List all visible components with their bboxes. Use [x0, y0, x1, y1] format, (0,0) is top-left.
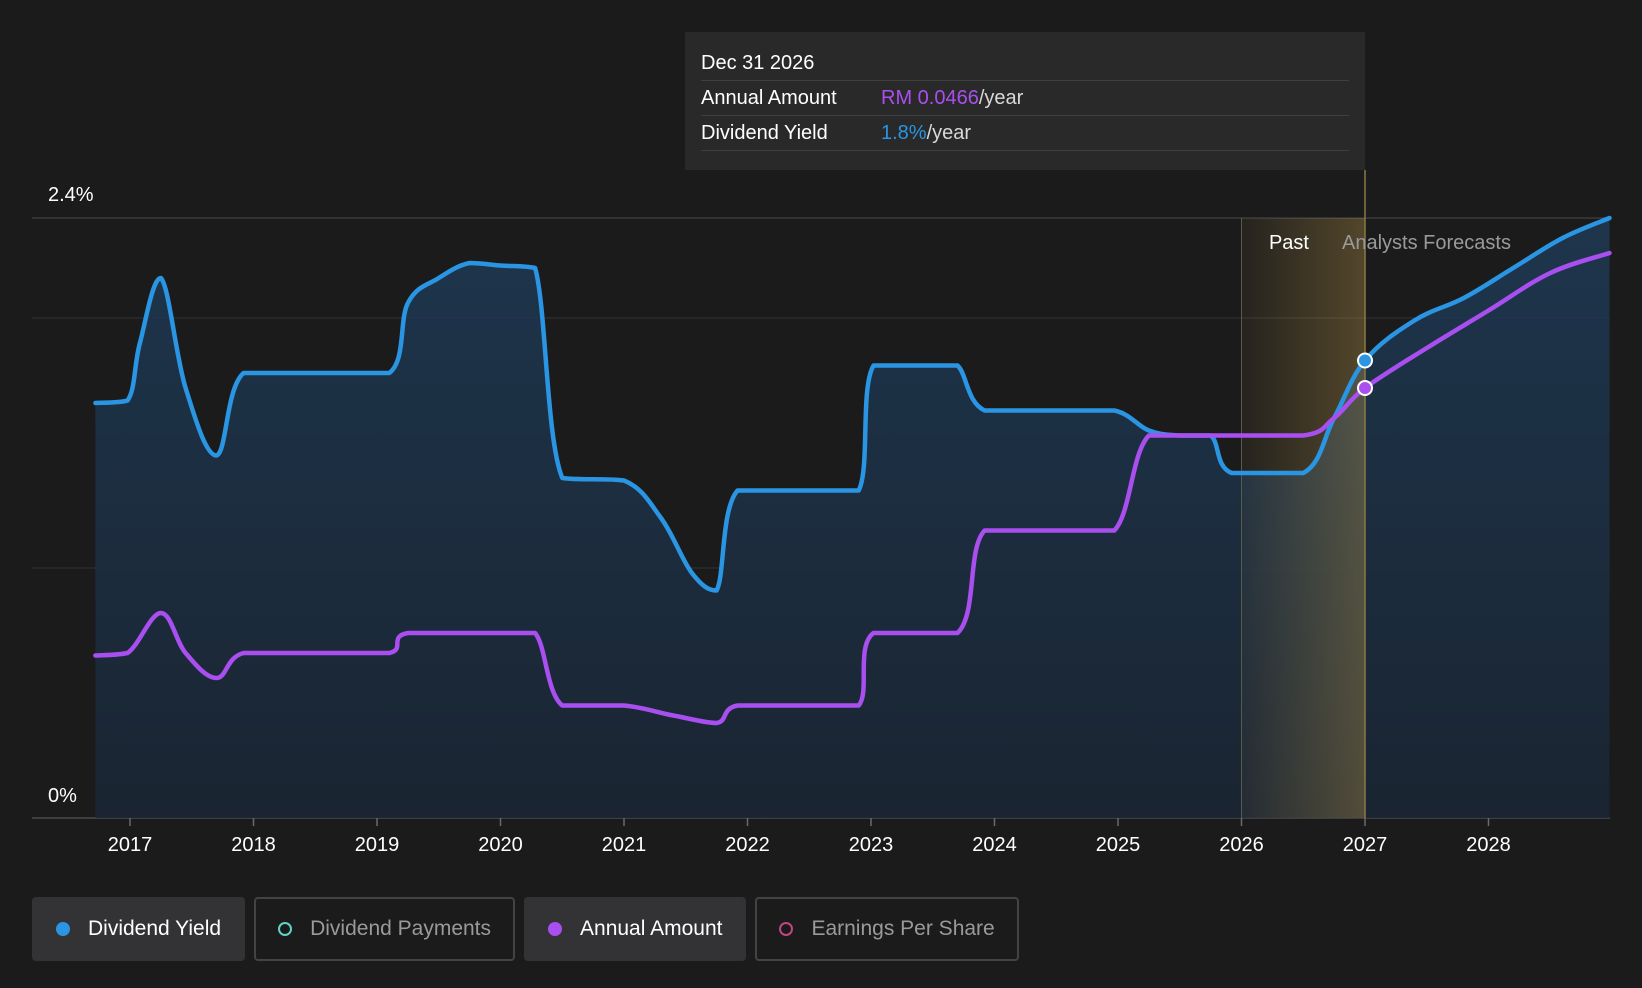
chart-legend: Dividend Yield Dividend Payments Annual …	[32, 897, 1019, 961]
legend-dividend-yield[interactable]: Dividend Yield	[32, 897, 246, 961]
legend-label: Dividend Payments	[310, 917, 492, 940]
tooltip-label: Dividend Yield	[701, 122, 828, 144]
tooltip-label: Annual Amount	[701, 87, 837, 109]
legend-dot-icon	[779, 922, 794, 936]
x-axis: 2017 2018 2019 2020 2021 2022 2023 2024 2025 2026…	[108, 818, 1511, 856]
x-tick-label: 2028	[1466, 834, 1511, 856]
forecast-highlight	[1241, 218, 1365, 818]
forecast-zone	[1241, 170, 1366, 818]
tooltip-date: Dec 31 2026	[701, 46, 1349, 81]
x-tick-label: 2024	[972, 834, 1017, 856]
forecast-label: Analysts Forecasts	[1342, 232, 1511, 254]
y-axis-top-label: 2.4%	[48, 184, 94, 206]
legend-earnings-per-share[interactable]: Earnings Per Share	[755, 897, 1019, 961]
x-tick-label: 2017	[108, 834, 153, 856]
past-label: Past	[1269, 232, 1309, 254]
legend-label: Annual Amount	[580, 917, 723, 940]
x-tick-label: 2023	[849, 834, 894, 856]
x-tick-label: 2020	[478, 834, 523, 856]
tooltip-row-dividend-yield: Dividend Yield 1.8% /year	[701, 116, 1349, 151]
dividend-chart: 2017 2018 2019 2020 2021 2022 2023 2024 2025 2026…	[0, 0, 1642, 988]
x-tick-label: 2018	[231, 834, 276, 856]
x-tick-label: 2019	[355, 834, 400, 856]
x-tick-label: 2025	[1096, 834, 1141, 856]
yield-area	[95, 218, 1610, 818]
legend-label: Earnings Per Share	[811, 917, 995, 940]
legend-annual-amount[interactable]: Annual Amount	[524, 897, 747, 961]
legend-dividend-payments[interactable]: Dividend Payments	[254, 897, 516, 961]
legend-dot-icon	[548, 922, 563, 936]
legend-dot-icon	[56, 922, 70, 936]
tooltip-unit: /year	[926, 122, 972, 144]
marker-dividend-yield	[1357, 352, 1373, 369]
x-tick-label: 2026	[1219, 834, 1264, 856]
tooltip-value: 1.8%	[881, 122, 927, 144]
y-axis-bottom-label: 0%	[48, 785, 77, 807]
legend-dot-icon	[278, 922, 293, 936]
tooltip-unit: /year	[978, 87, 1024, 109]
yield-area-fill	[95, 218, 1610, 818]
tooltip-row-annual-amount: Annual Amount RM 0.0466 /year	[701, 81, 1349, 116]
x-tick-label: 2021	[602, 834, 647, 856]
chart-tooltip: Dec 31 2026 Annual Amount RM 0.0466 /yea…	[685, 32, 1365, 170]
marker-annual-amount	[1357, 380, 1373, 396]
tooltip-value: RM 0.0466	[881, 87, 979, 109]
x-tick-label: 2027	[1343, 834, 1388, 856]
x-tick-label: 2022	[725, 834, 770, 856]
legend-label: Dividend Yield	[88, 917, 222, 940]
